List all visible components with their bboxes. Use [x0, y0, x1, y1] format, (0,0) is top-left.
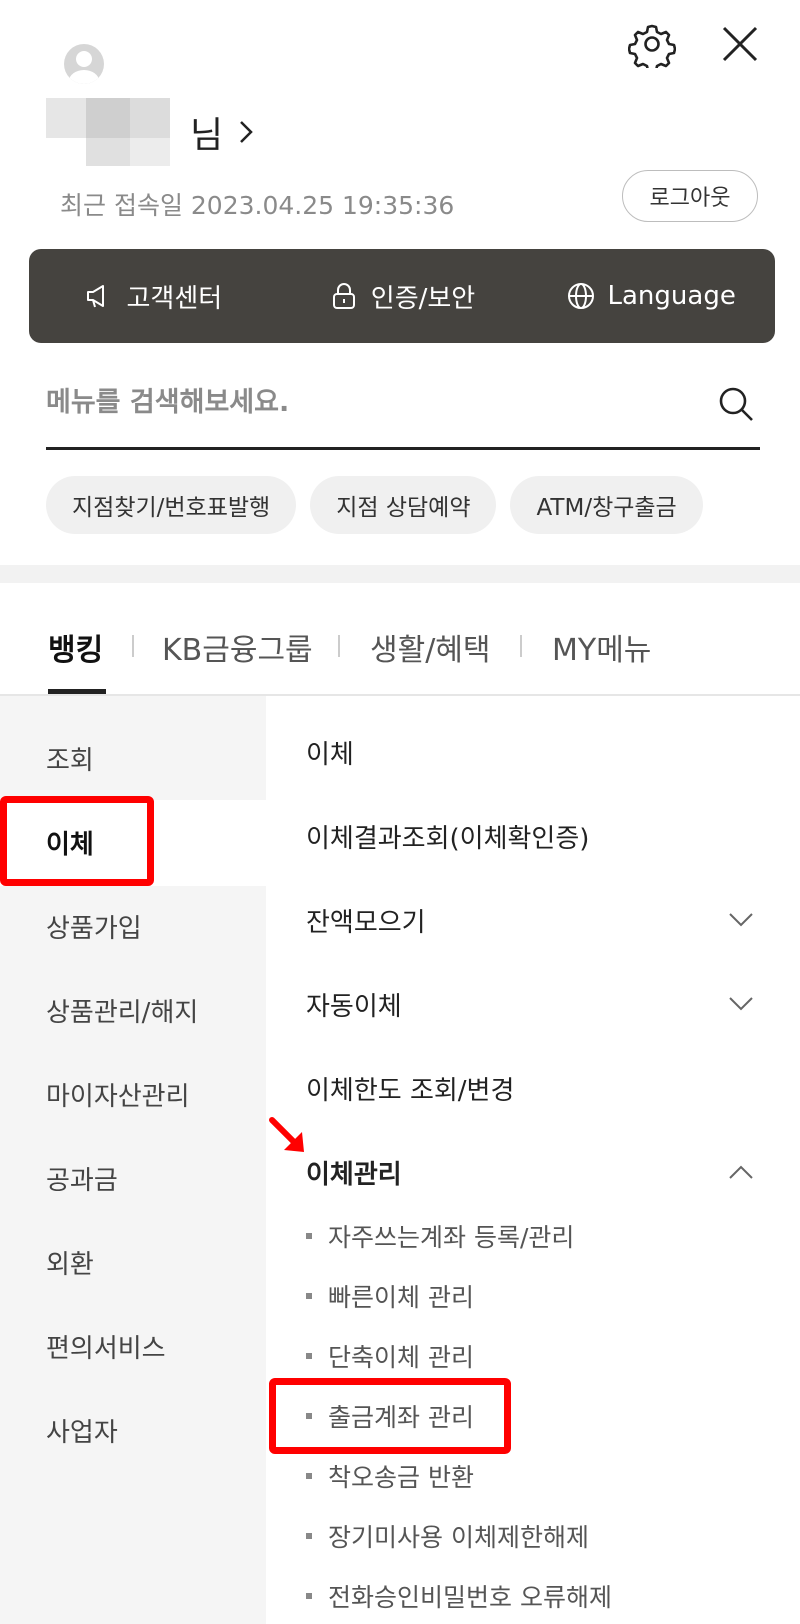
quick-links-bar: 고객센터 인증/보안 Language — [29, 249, 775, 343]
sub-item-label: 단축이체 관리 — [328, 1343, 474, 1372]
bullet — [306, 1533, 312, 1539]
category-tabs: 뱅킹 KB금융그룹 생활/혜택 MY메뉴 — [0, 583, 800, 696]
sub-item-label: 빠른이체 관리 — [328, 1283, 474, 1312]
tab-kb-group[interactable]: KB금융그룹 — [162, 625, 313, 669]
nav-item-utilities[interactable]: 공과금 — [46, 1160, 118, 1197]
menu-item-auto-transfer[interactable]: 자동이체 — [306, 986, 402, 1023]
submenu-panel: 이체 이체결과조회(이체확인증) 잔액모으기 자동이체 이체한도 조회/변경 이… — [266, 696, 800, 1624]
blurred-username — [46, 98, 176, 168]
quick-link-label: 고객센터 — [126, 283, 223, 314]
chip-atm-withdrawal[interactable]: ATM/창구출금 — [510, 476, 703, 534]
bullet — [306, 1233, 312, 1239]
red-arrow-icon — [269, 1117, 304, 1152]
sub-item-quick-transfer[interactable]: 빠른이체 관리 — [306, 1278, 474, 1314]
sub-item-label: 자주쓰는계좌 등록/관리 — [328, 1223, 575, 1252]
lock-icon — [332, 283, 355, 309]
bullet — [306, 1293, 312, 1299]
menu-item-transfer-limit[interactable]: 이체한도 조회/변경 — [306, 1070, 514, 1107]
menu-item-transfer[interactable]: 이체 — [306, 734, 354, 771]
chevron-up-icon[interactable] — [728, 1164, 754, 1180]
nav-item-foreign-exchange[interactable]: 외환 — [46, 1244, 94, 1281]
nav-item-product-signup[interactable]: 상품가입 — [46, 908, 142, 945]
search-input[interactable] — [46, 372, 686, 432]
sub-item-frequent-accounts[interactable]: 자주쓰는계좌 등록/관리 — [306, 1218, 574, 1254]
quick-link-security[interactable]: 인증/보안 — [278, 278, 527, 315]
chevron-right-icon — [240, 121, 253, 143]
username-link[interactable]: 님 — [190, 106, 257, 158]
nav-item-business[interactable]: 사업자 — [46, 1412, 118, 1449]
sub-item-shortcut-transfer[interactable]: 단축이체 관리 — [306, 1338, 474, 1374]
username-suffix: 님 — [190, 115, 224, 156]
sub-item-dormant-unlock[interactable]: 장기미사용 이체제한해제 — [306, 1518, 589, 1554]
close-icon[interactable] — [718, 22, 762, 66]
quick-link-customer-center[interactable]: 고객센터 — [29, 278, 278, 315]
nav-item-product-manage[interactable]: 상품관리/해지 — [46, 992, 198, 1029]
sub-item-label: 장기미사용 이체제한해제 — [328, 1523, 589, 1552]
gear-icon[interactable] — [628, 20, 676, 68]
active-tab-indicator — [48, 689, 106, 694]
tab-separator — [520, 635, 522, 657]
menu-item-transfer-management[interactable]: 이체관리 — [306, 1154, 402, 1191]
tab-banking[interactable]: 뱅킹 — [48, 625, 103, 669]
tab-separator — [132, 635, 134, 657]
tab-separator — [338, 635, 340, 657]
sub-item-label: 착오송금 반환 — [328, 1463, 474, 1492]
nav-item-my-assets[interactable]: 마이자산관리 — [46, 1076, 190, 1113]
quick-link-label: 인증/보안 — [370, 283, 476, 314]
highlight-box-withdrawal-account — [269, 1378, 511, 1454]
section-divider — [0, 565, 800, 583]
menu-search — [46, 372, 760, 450]
bullet — [306, 1473, 312, 1479]
tab-my-menu[interactable]: MY메뉴 — [552, 625, 651, 669]
nav-item-inquiry[interactable]: 조회 — [46, 740, 94, 777]
globe-icon — [567, 283, 594, 309]
logout-button[interactable]: 로그아웃 — [622, 170, 758, 222]
sub-item-phone-pin-reset[interactable]: 전화승인비밀번호 오류해제 — [306, 1578, 612, 1614]
chip-branch-reservation[interactable]: 지점 상담예약 — [310, 476, 497, 534]
last-login-text: 최근 접속일 2023.04.25 19:35:36 — [60, 191, 455, 220]
bullet — [306, 1353, 312, 1359]
highlight-box-transfer — [0, 796, 154, 886]
shortcut-chips: 지점찾기/번호표발행 지점 상담예약 ATM/창구출금 — [46, 476, 703, 534]
sub-item-mistaken-remittance[interactable]: 착오송금 반환 — [306, 1458, 474, 1494]
quick-link-label: Language — [607, 281, 736, 311]
chevron-down-icon[interactable] — [728, 996, 754, 1012]
avatar — [64, 44, 104, 84]
chip-branch-finder[interactable]: 지점찾기/번호표발행 — [46, 476, 297, 534]
megaphone-icon — [87, 285, 105, 308]
tab-life-benefits[interactable]: 생활/혜택 — [370, 625, 491, 669]
nav-item-convenience[interactable]: 편의서비스 — [46, 1328, 166, 1365]
sub-item-label: 전화승인비밀번호 오류해제 — [328, 1583, 612, 1612]
menu-item-transfer-result[interactable]: 이체결과조회(이체확인증) — [306, 818, 589, 855]
quick-link-language[interactable]: Language — [526, 281, 775, 311]
menu-item-balance-collect[interactable]: 잔액모으기 — [306, 902, 426, 939]
bullet — [306, 1593, 312, 1599]
menu-header: 님 최근 접속일 2023.04.25 19:35:36 로그아웃 고객센터 인… — [0, 0, 800, 565]
search-icon[interactable] — [716, 384, 756, 424]
chevron-down-icon[interactable] — [728, 912, 754, 928]
